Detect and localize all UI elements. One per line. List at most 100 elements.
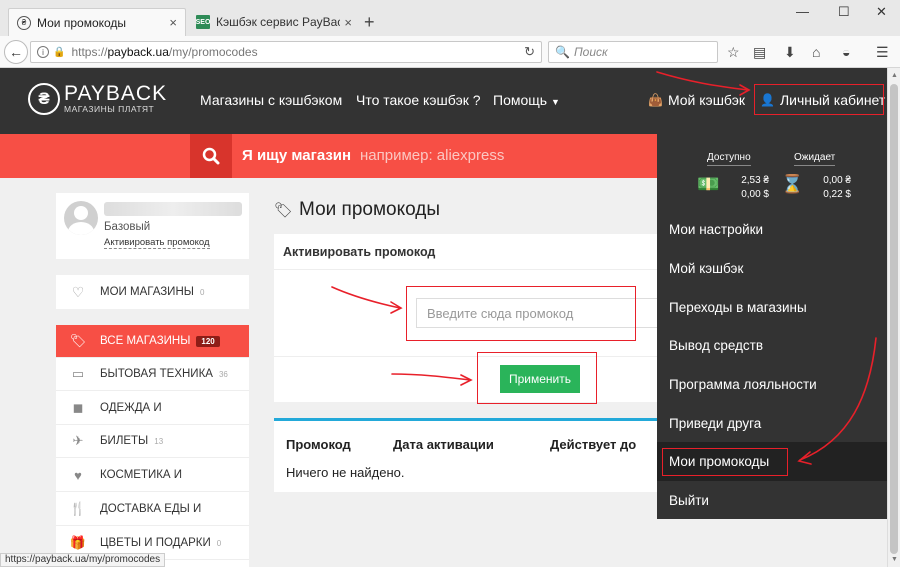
page-scrollbar[interactable]: ▲ ▼ — [887, 68, 900, 567]
store-search-button[interactable] — [190, 134, 232, 178]
store-search-input[interactable]: например: aliexpress — [360, 147, 504, 164]
nav-help-label: Помощь — [493, 92, 548, 108]
menu-item-logout[interactable]: Выйти — [657, 481, 887, 520]
lock-icon[interactable]: 🔒 — [53, 47, 65, 58]
url-path: /my/promocodes — [168, 45, 258, 59]
bookmark-star-icon[interactable]: ☆ — [727, 44, 740, 61]
blurred-username — [104, 202, 242, 216]
sidebar-item-label: ДОСТАВКА ЕДЫ И — [100, 503, 202, 515]
pending-label: Ожидает — [794, 152, 836, 166]
caret-down-icon: ▼ — [550, 97, 560, 107]
annotation-box-cabinet — [754, 84, 884, 115]
tag-icon: 🏷 — [274, 202, 294, 219]
column-header-activation-date[interactable]: Дата активации — [393, 437, 494, 452]
money-stack-icon: 💵 — [697, 174, 720, 194]
logo-mark-icon: ₴ — [28, 83, 60, 115]
new-tab-icon[interactable]: + — [364, 12, 375, 33]
plane-icon: ✈ — [72, 433, 84, 448]
annotation-box-menu-promocodes — [662, 448, 788, 476]
empty-table-message: Ничего не найдено. — [286, 465, 405, 480]
scroll-up-icon[interactable]: ▲ — [891, 72, 898, 79]
sidebar-item-count: 36 — [218, 369, 228, 379]
hourglass-coin-icon: ⌛ — [781, 174, 804, 194]
profile-card: Базовый Активировать промокод — [56, 193, 249, 259]
close-tab-icon[interactable]: × — [169, 15, 177, 30]
site-favicon-icon: SEO — [196, 15, 210, 29]
scroll-down-icon[interactable]: ▼ — [891, 556, 898, 563]
heart-outline-icon: ♡ — [71, 283, 85, 300]
maximize-icon[interactable]: ☐ — [838, 4, 850, 20]
menu-hamburger-icon[interactable]: ☰ — [876, 44, 889, 61]
sidebar-item-label: МОИ МАГАЗИНЫ — [100, 286, 194, 298]
pocket-icon[interactable]: ◒ — [842, 44, 850, 60]
my-cashback-link[interactable]: 👜 Мой кэшбэк — [648, 92, 745, 108]
column-header-valid-until[interactable]: Действует до — [550, 437, 636, 452]
minimize-icon[interactable]: — — [796, 4, 809, 19]
back-arrow-icon[interactable]: ← — [4, 40, 28, 64]
sidebar-item-label: ОДЕЖДА И — [100, 402, 162, 414]
column-header-promocode[interactable]: Промокод — [286, 437, 351, 452]
gift-icon: 🎁 — [69, 535, 87, 550]
sidebar-item-count: 13 — [154, 436, 164, 446]
sidebar-item-food-delivery[interactable]: 🍴 ДОСТАВКА ЕДЫ И — [56, 493, 249, 526]
my-cashback-label: Мой кэшбэк — [667, 92, 746, 108]
pending-usd: 0,22 $ — [823, 189, 851, 200]
home-icon[interactable]: ⌂ — [812, 44, 820, 60]
window-close-icon[interactable]: ✕ — [876, 4, 887, 20]
url-host: payback.ua — [107, 45, 169, 59]
browser-search-input[interactable]: 🔍 Поиск — [548, 41, 718, 63]
menu-item-store-visits[interactable]: Переходы в магазины — [657, 288, 887, 327]
info-icon[interactable]: i — [37, 46, 49, 58]
search-icon: 🔍 — [555, 45, 570, 59]
panel-header: Активировать промокод — [274, 234, 688, 270]
nav-help-dropdown[interactable]: Помощь ▼ — [493, 92, 560, 108]
tab-title: Кэшбэк сервис PayBack - С — [216, 15, 341, 29]
user-level: Базовый — [104, 221, 151, 233]
pending-uah: 0,00 ₴ — [823, 175, 851, 186]
sidebar-item-label: ЦВЕТЫ И ПОДАРКИ — [100, 537, 211, 549]
sidebar-item-my-stores[interactable]: ♡ МОИ МАГАЗИНЫ 0 — [56, 275, 249, 309]
menu-item-withdraw[interactable]: Вывод средств — [657, 326, 887, 365]
browser-tabbar: ₴ Мои промокоды × SEO Кэшбэк сервис PayB… — [0, 0, 900, 36]
promocodes-table: Промокод Дата активации Действует до Нич… — [274, 418, 688, 492]
shopping-bag-icon: 👜 — [648, 93, 663, 107]
sidebar-item-count: 0 — [199, 287, 205, 297]
scrollbar-thumb[interactable] — [890, 84, 898, 554]
heart-icon: ♥ — [74, 467, 82, 483]
sidebar-item-label: КОСМЕТИКА И — [100, 469, 183, 481]
activate-promocode-link[interactable]: Активировать промокод — [104, 237, 210, 249]
category-list: 🏷 ВСЕ МАГАЗИНЫ 120 ▭ БЫТОВАЯ ТЕХНИКА 36 … — [56, 325, 249, 567]
search-placeholder: Поиск — [573, 45, 608, 59]
tab-payback-service[interactable]: SEO Кэшбэк сервис PayBack - С × — [188, 8, 360, 36]
status-bar-url: https://payback.ua/my/promocodes — [0, 553, 166, 567]
bag-icon: ◼ — [72, 400, 84, 415]
menu-item-my-cashback[interactable]: Мой кэшбэк — [657, 249, 887, 288]
sidebar-item-appliances[interactable]: ▭ БЫТОВАЯ ТЕХНИКА 36 — [56, 358, 249, 391]
url-scheme: https:// — [71, 45, 108, 59]
avatar[interactable] — [64, 201, 98, 235]
annotation-box-apply — [477, 352, 597, 404]
sidebar-item-label: БИЛЕТЫ — [100, 435, 149, 447]
payback-favicon-icon: ₴ — [17, 15, 31, 30]
close-tab-icon[interactable]: × — [344, 15, 352, 30]
tag-icon: 🏷 — [69, 333, 87, 348]
sidebar-item-all-stores[interactable]: 🏷 ВСЕ МАГАЗИНЫ 120 — [56, 325, 249, 358]
sidebar-item-label: ВСЕ МАГАЗИНЫ — [100, 335, 191, 347]
menu-item-settings[interactable]: Мои настройки — [657, 210, 887, 249]
menu-item-loyalty[interactable]: Программа лояльности — [657, 365, 887, 404]
page-title-text: Мои промокоды — [299, 199, 441, 220]
menu-item-refer-friend[interactable]: Приведи друга — [657, 404, 887, 443]
payback-logo[interactable]: ₴ PAYBACK МАГАЗИНЫ ПЛАТЯТ — [28, 83, 167, 115]
reload-icon[interactable]: ↻ — [524, 44, 535, 60]
url-bar[interactable]: i 🔒 https://payback.ua/my/promocodes ↻ — [30, 41, 542, 63]
available-usd: 0,00 $ — [741, 189, 769, 200]
sidebar-item-clothing[interactable]: ◼ ОДЕЖДА И — [56, 392, 249, 425]
download-icon[interactable]: ⬇ — [784, 44, 796, 61]
reading-list-icon[interactable]: ▤ — [753, 44, 766, 61]
sidebar-item-cosmetics[interactable]: ♥ КОСМЕТИКА И — [56, 459, 249, 492]
sidebar-item-tickets[interactable]: ✈ БИЛЕТЫ 13 — [56, 425, 249, 458]
nav-stores-link[interactable]: Магазины с кэшбэком — [200, 92, 342, 108]
tab-promocodes[interactable]: ₴ Мои промокоды × — [8, 8, 186, 36]
nav-what-is-cashback-link[interactable]: Что такое кэшбэк ? — [356, 92, 481, 108]
logo-tagline: МАГАЗИНЫ ПЛАТЯТ — [64, 104, 155, 114]
